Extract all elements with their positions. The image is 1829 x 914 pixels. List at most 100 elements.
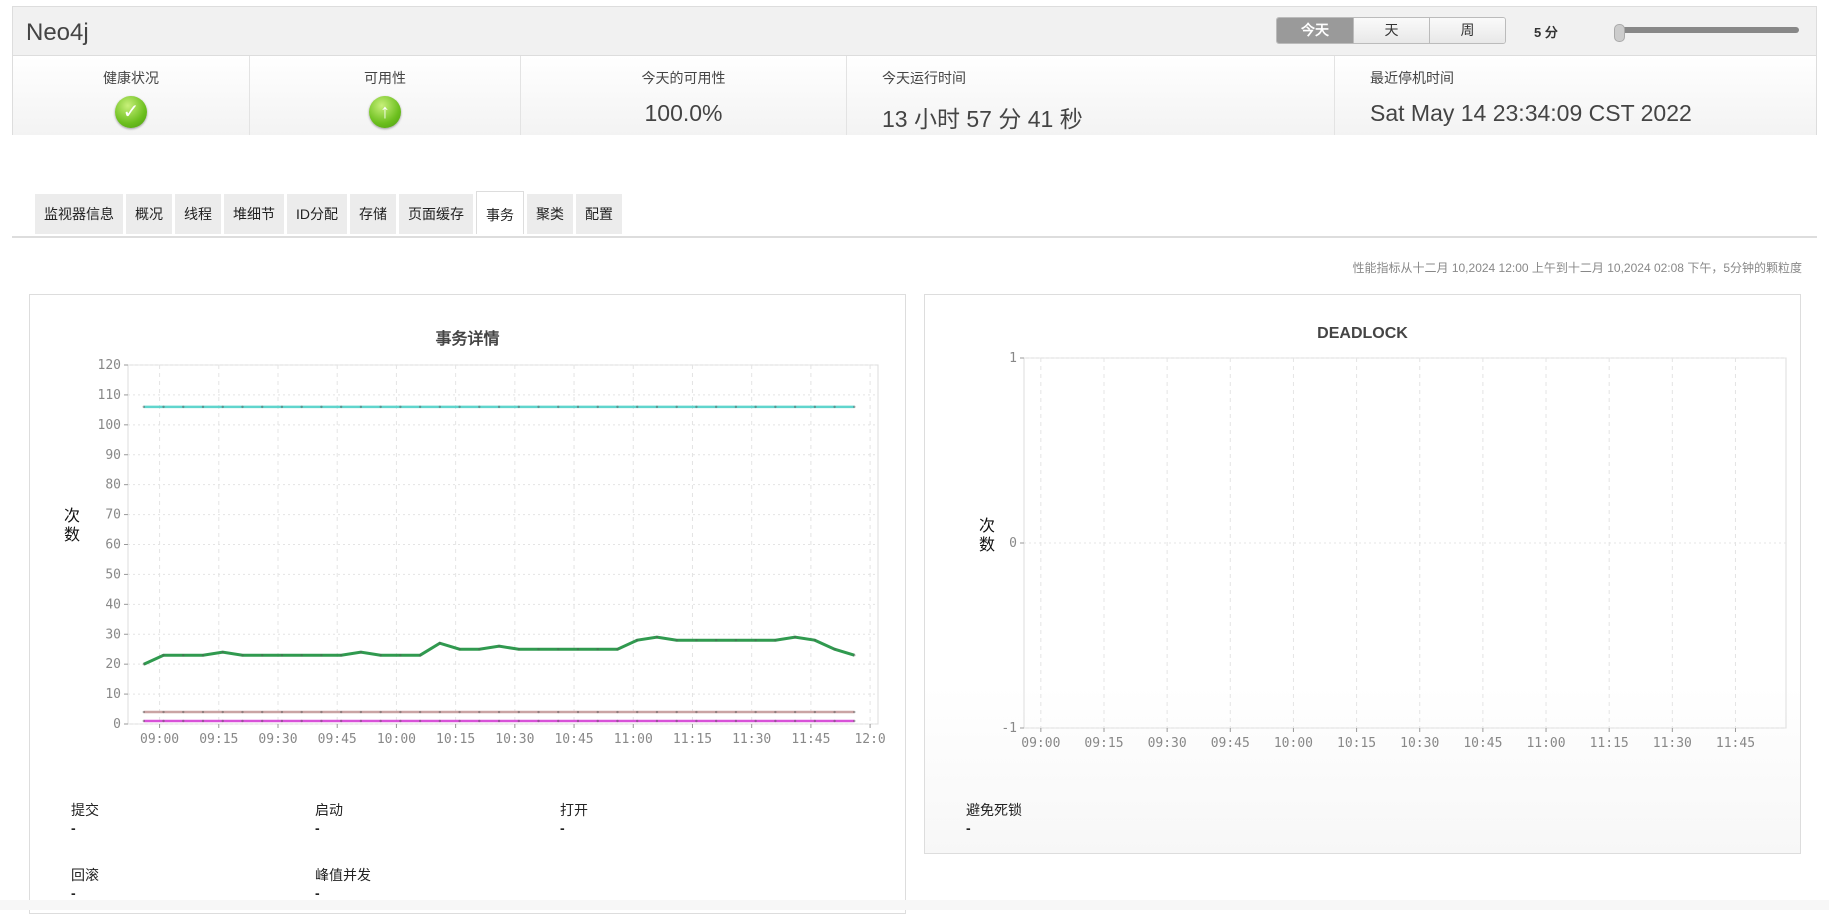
series-cyan-point	[399, 405, 402, 409]
series-brown-point	[339, 710, 343, 714]
series-cyan-point	[576, 405, 580, 409]
series-magenta-point	[714, 719, 718, 723]
x-tick-label: 11:00	[1526, 736, 1565, 751]
series-brown-point	[655, 710, 659, 714]
y-tick-label: 30	[105, 627, 121, 642]
x-tick-label: 09:15	[199, 732, 238, 747]
series-magenta-point	[557, 719, 560, 723]
series-cyan-point	[833, 405, 836, 409]
series-green-point	[399, 653, 402, 657]
x-tick-label: 09:45	[318, 732, 357, 747]
series-green-point	[557, 648, 560, 651]
series-green-point	[853, 653, 856, 657]
series-magenta-point	[793, 719, 797, 723]
series-green-point	[616, 648, 619, 651]
series-cyan-point	[714, 405, 718, 409]
series-cyan-point	[339, 405, 343, 409]
series-brown-point	[320, 710, 323, 714]
series-brown-point	[359, 710, 363, 714]
series-brown-point	[241, 710, 244, 714]
series-magenta-point	[497, 719, 501, 723]
series-cyan-point	[616, 405, 619, 409]
series-brown-point	[142, 710, 145, 714]
series-cyan-point	[142, 405, 145, 409]
x-tick-label: 11:30	[1653, 736, 1692, 751]
series-cyan-point	[734, 405, 738, 409]
x-tick-label: 11:45	[791, 732, 830, 747]
series-cyan-point	[280, 405, 284, 409]
series-green-point	[833, 648, 836, 651]
series-brown-point	[557, 710, 560, 714]
series-brown-point	[517, 710, 520, 714]
series-magenta-point	[675, 719, 678, 723]
series-cyan-point	[793, 405, 797, 409]
series-green-point	[201, 653, 205, 657]
x-tick-label: 10:15	[436, 732, 475, 747]
series-green-point	[162, 653, 165, 657]
series-cyan-point	[300, 405, 303, 409]
series-brown-point	[300, 710, 303, 714]
series-brown-point	[379, 710, 382, 714]
series-brown-point	[636, 710, 639, 714]
y-tick-label: 100	[98, 418, 121, 433]
series-green-point	[793, 636, 797, 639]
series-magenta-point	[774, 719, 777, 723]
series-magenta-point	[438, 719, 442, 723]
series-cyan-point	[201, 405, 205, 409]
series-green-point	[320, 653, 323, 657]
series-cyan-point	[320, 405, 323, 409]
y-tick-label: 70	[105, 508, 121, 523]
series-magenta-point	[241, 719, 244, 723]
y-tick-label: 110	[98, 388, 121, 403]
series-brown-point	[261, 710, 264, 714]
series-cyan-point	[162, 405, 165, 409]
series-magenta-point	[221, 719, 224, 723]
x-tick-label: 09:00	[140, 732, 179, 747]
series-cyan-point	[853, 405, 856, 409]
series-brown-point	[221, 710, 224, 714]
x-tick-label: 11:15	[1590, 736, 1629, 751]
series-magenta-point	[655, 719, 659, 723]
series-brown-point	[675, 710, 678, 714]
series-green-point	[458, 648, 461, 651]
series-cyan-point	[458, 405, 461, 409]
series-brown-point	[162, 710, 165, 714]
series-green-point	[754, 639, 757, 642]
series-green-point	[280, 653, 284, 657]
series-brown-point	[616, 710, 619, 714]
series-cyan-point	[813, 405, 817, 409]
series-brown-point	[478, 710, 481, 714]
series-magenta-point	[616, 719, 619, 723]
y-tick-label: 60	[105, 538, 121, 553]
y-tick-label: 0	[1009, 536, 1017, 551]
y-tick-label: 0	[113, 717, 121, 732]
series-green-point	[734, 639, 738, 642]
series-brown-point	[813, 710, 817, 714]
series-green-point	[576, 648, 580, 651]
series-magenta-point	[320, 719, 323, 723]
series-magenta-point	[162, 719, 165, 723]
series-cyan-point	[418, 405, 422, 409]
series-magenta-point	[517, 719, 520, 723]
series-cyan-point	[438, 405, 442, 409]
series-green-point	[497, 645, 501, 648]
series-cyan-point	[774, 405, 777, 409]
charts-canvas: 010203040506070809010011012009:00 09:15 09…	[98, 351, 1787, 751]
series-cyan-point	[636, 405, 639, 409]
series-brown-point	[399, 710, 402, 714]
series-magenta-point	[458, 719, 461, 723]
series-green-point	[596, 648, 599, 651]
x-tick-label: 11:00	[614, 732, 653, 747]
series-brown-point	[537, 710, 540, 714]
series-magenta-point	[813, 719, 817, 723]
series-brown-point	[201, 710, 205, 714]
series-cyan-point	[221, 405, 224, 409]
y-tick-label: 90	[105, 448, 121, 463]
series-cyan-point	[537, 405, 540, 409]
x-tick-label: 11:15	[673, 732, 712, 747]
series-brown-point	[497, 710, 501, 714]
x-tick-label: 09:30	[1148, 736, 1187, 751]
series-magenta-point	[853, 719, 856, 723]
x-tick-label: 09:15	[1084, 736, 1123, 751]
x-tick-label: 10:15	[1337, 736, 1376, 751]
